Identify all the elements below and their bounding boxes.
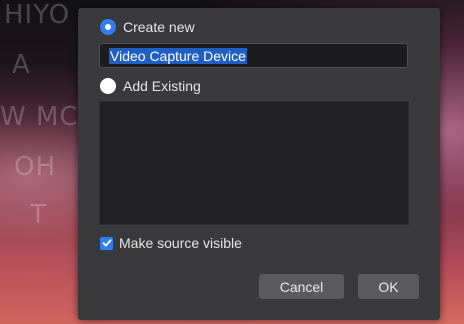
background-text: A	[12, 50, 31, 80]
create-new-option[interactable]: Create new	[100, 19, 195, 35]
radio-unselected-icon[interactable]	[100, 78, 116, 94]
make-source-visible-label: Make source visible	[119, 235, 242, 251]
checkmark-icon	[102, 239, 111, 247]
checkbox-checked-icon[interactable]	[100, 236, 113, 250]
ok-button[interactable]: OK	[358, 274, 419, 299]
create-new-label: Create new	[123, 19, 195, 35]
source-name-value: Video Capture Device	[109, 47, 247, 64]
add-existing-option[interactable]: Add Existing	[100, 78, 201, 94]
background-text: W MC	[0, 102, 79, 132]
make-source-visible-option[interactable]: Make source visible	[100, 235, 242, 251]
background-text: HIYO	[4, 0, 71, 30]
background-text: T	[30, 200, 47, 230]
source-name-input[interactable]: Video Capture Device	[99, 43, 408, 68]
create-source-dialog: Create new Video Capture Device Add Exis…	[78, 8, 440, 320]
radio-selected-icon[interactable]	[100, 19, 116, 35]
cancel-button[interactable]: Cancel	[259, 274, 344, 299]
background-text: OH	[14, 152, 57, 182]
existing-sources-list[interactable]	[99, 101, 409, 225]
add-existing-label: Add Existing	[123, 78, 201, 94]
